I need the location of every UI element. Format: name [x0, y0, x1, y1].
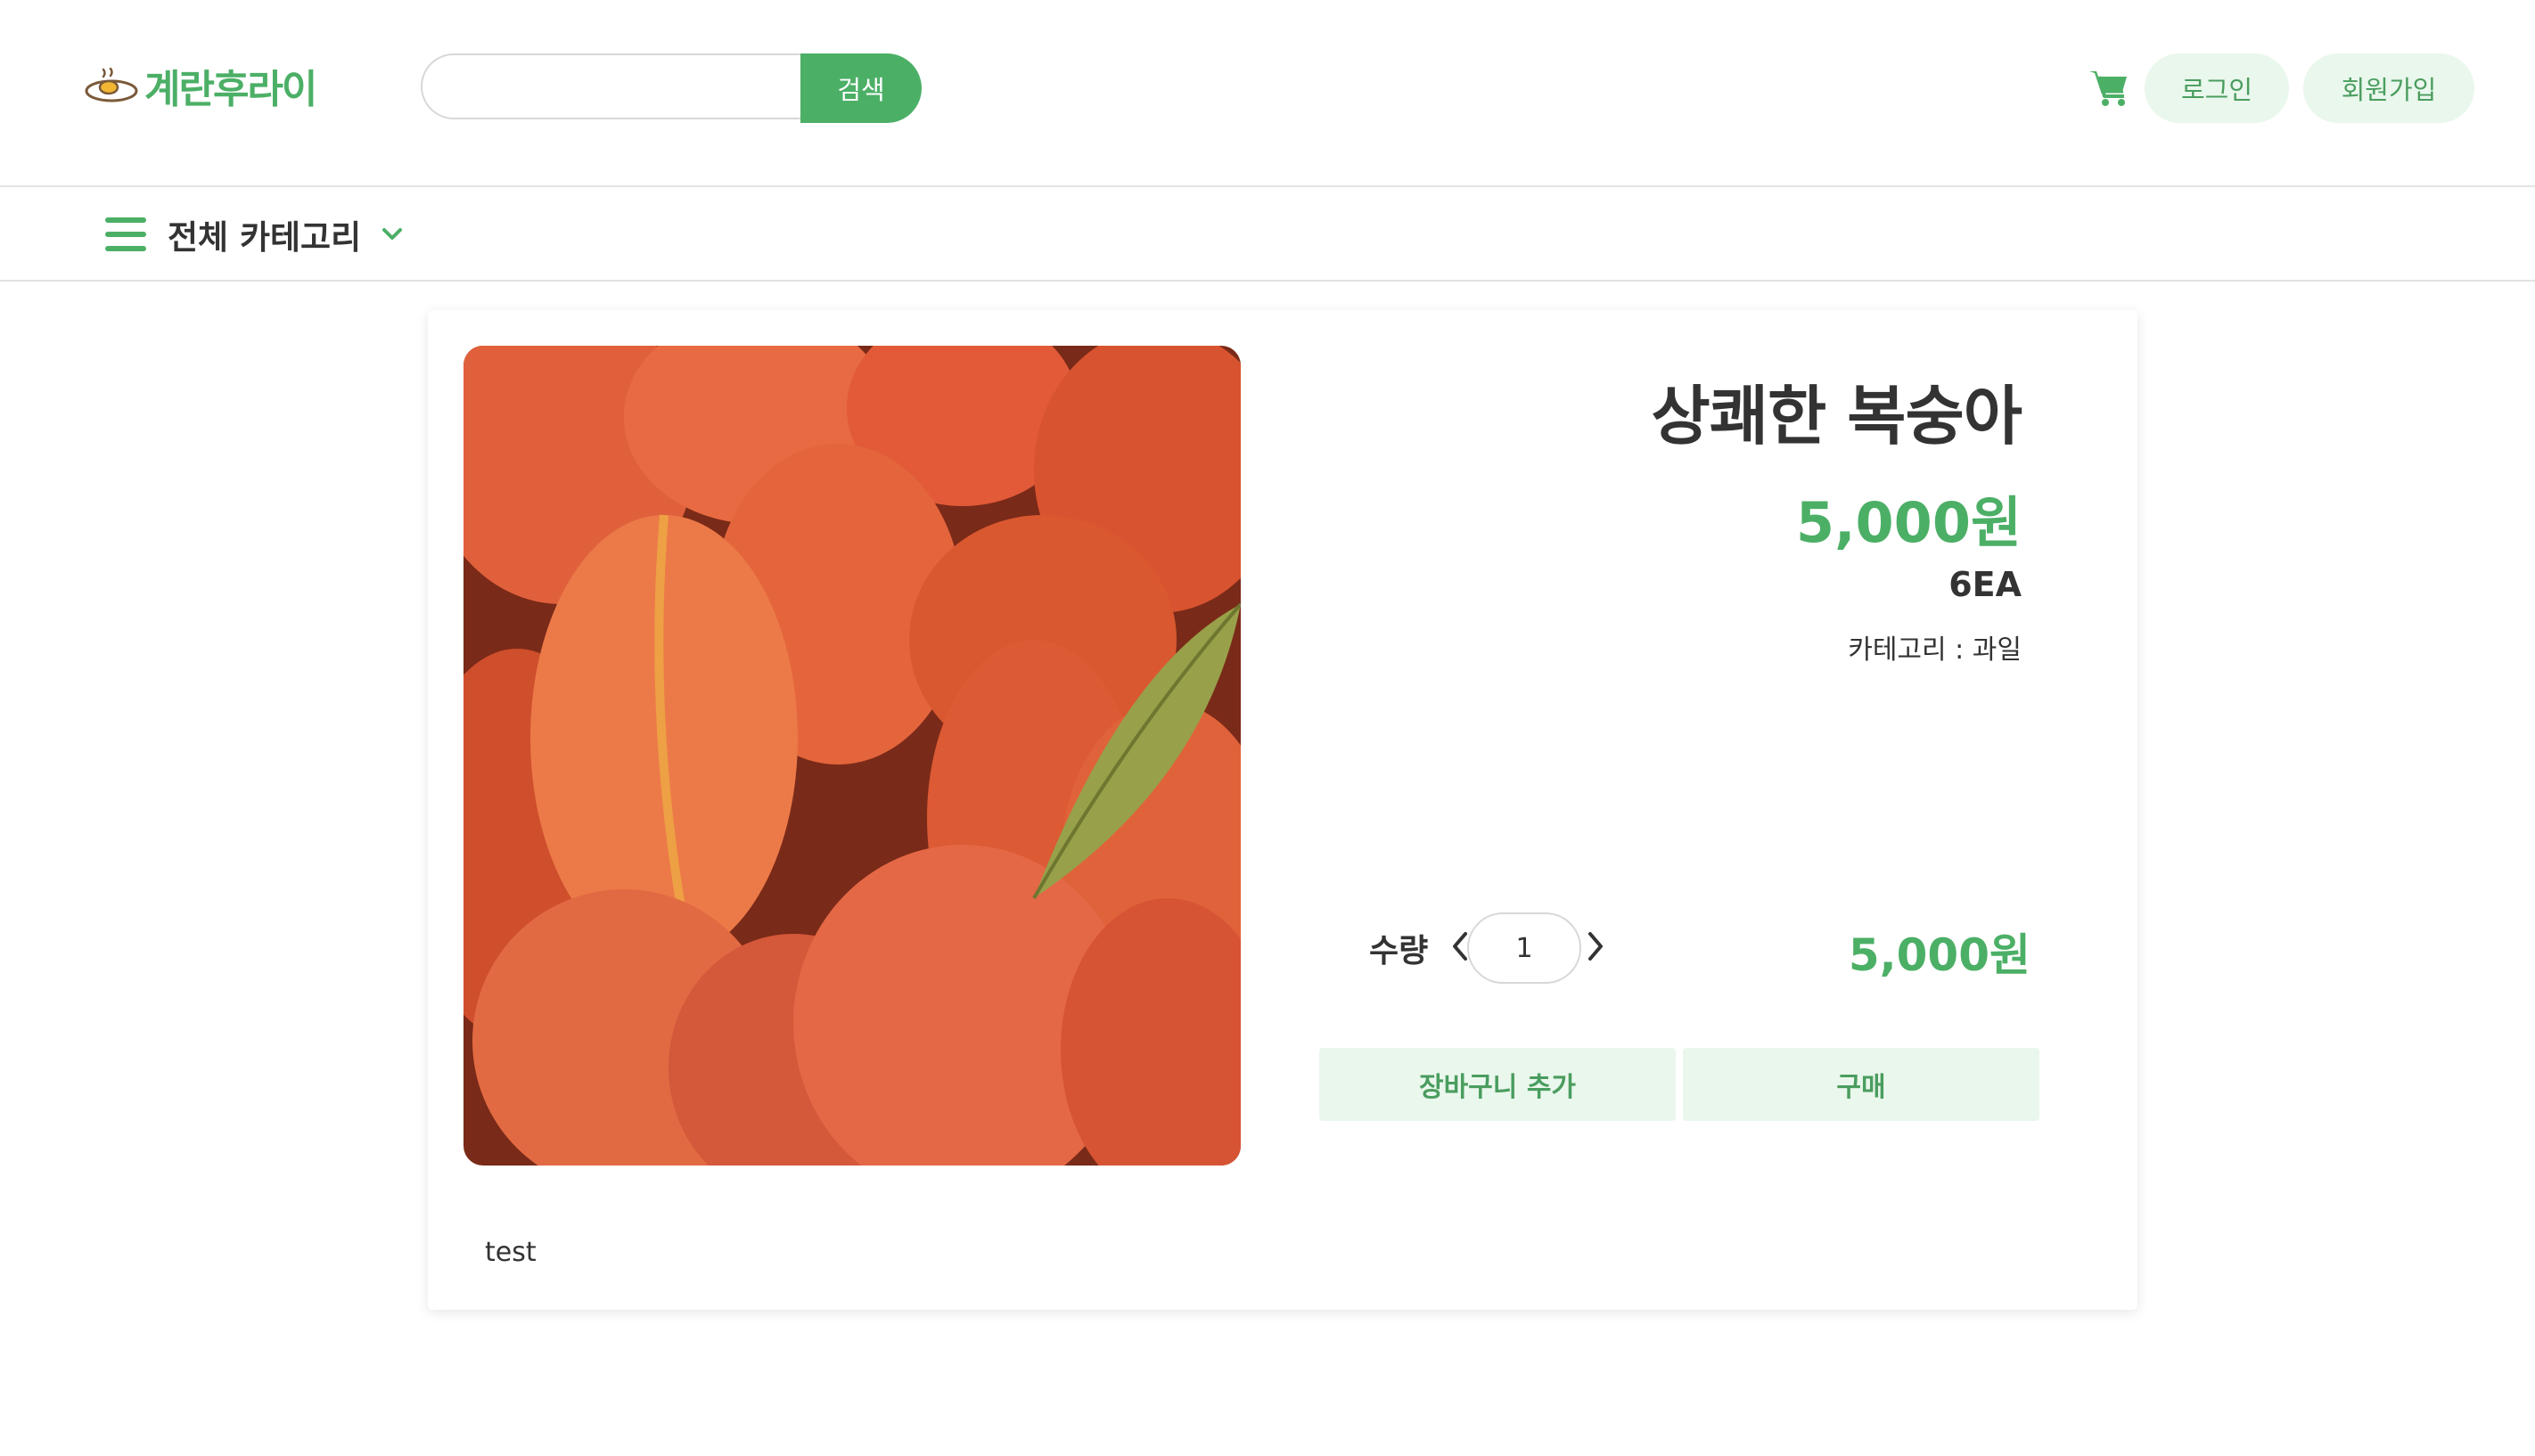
buy-button[interactable]: 구매	[1683, 1048, 2039, 1121]
product-card: 상쾌한 복숭아 5,000원 6EA 카테고리 : 과일 수량 5,000원 장…	[428, 310, 2137, 1310]
search-button[interactable]: 검색	[800, 53, 922, 123]
signup-button[interactable]: 회원가입	[2303, 53, 2474, 123]
login-button[interactable]: 로그인	[2145, 53, 2289, 123]
all-categories-label: 전체 카테고리	[168, 218, 362, 257]
search-bar: 검색	[421, 53, 922, 123]
hamburger-icon	[105, 217, 146, 251]
chevron-right-icon[interactable]	[1581, 927, 1608, 966]
all-categories-toggle[interactable]: 전체 카테고리	[105, 212, 406, 257]
quantity-label: 수량	[1369, 933, 1429, 969]
product-image	[464, 346, 1241, 1166]
chevron-down-icon	[382, 228, 403, 240]
category-bar: 전체 카테고리	[0, 187, 2535, 282]
site-header: 계란후라이 검색 로그인 회원가입	[0, 0, 2535, 187]
logo-text: 계란후라이	[144, 67, 317, 112]
fried-egg-icon	[85, 68, 138, 102]
product-description: test	[485, 1237, 537, 1268]
add-to-cart-button[interactable]: 장바구니 추가	[1319, 1048, 1676, 1121]
product-unit: 6EA	[1948, 565, 2022, 604]
product-title: 상쾌한 복숭아	[1651, 379, 2022, 454]
logo[interactable]: 계란후라이	[84, 59, 317, 112]
shopping-cart-icon[interactable]	[2088, 66, 2130, 109]
product-category: 카테고리 : 과일	[1848, 634, 2022, 666]
quantity-input[interactable]	[1467, 912, 1581, 984]
total-price: 5,000원	[1848, 929, 2030, 981]
product-price: 5,000원	[1795, 490, 2022, 555]
search-input[interactable]	[421, 53, 813, 119]
